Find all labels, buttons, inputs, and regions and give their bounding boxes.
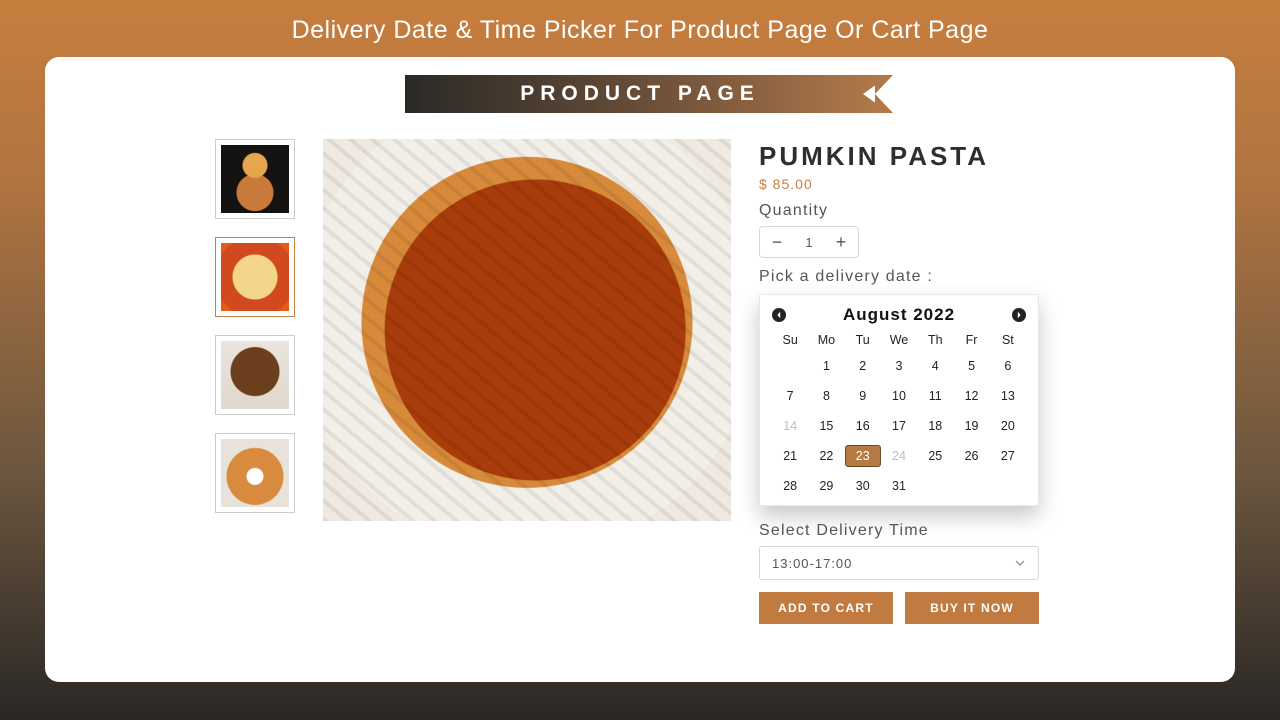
calendar-day[interactable]: 20 xyxy=(990,415,1026,437)
thumbnail[interactable] xyxy=(215,433,295,513)
calendar-day[interactable]: 30 xyxy=(845,475,881,497)
thumbnail[interactable] xyxy=(215,237,295,317)
calendar-day[interactable]: 10 xyxy=(881,385,917,407)
thumb-image xyxy=(221,243,289,311)
qty-increase-button[interactable]: + xyxy=(824,232,858,253)
calendar-day[interactable]: 11 xyxy=(917,385,953,407)
calendar-day: 14 xyxy=(772,415,808,437)
qty-value: 1 xyxy=(794,235,824,250)
quantity-label: Quantity xyxy=(759,202,1195,220)
qty-decrease-button[interactable]: − xyxy=(760,232,794,253)
section-ribbon: PRODUCT PAGE xyxy=(405,75,875,113)
calendar-day[interactable]: 22 xyxy=(808,445,844,467)
calendar-dow: Mo xyxy=(808,333,844,347)
calendar-day[interactable]: 25 xyxy=(917,445,953,467)
calendar-day[interactable]: 27 xyxy=(990,445,1026,467)
quantity-stepper: − 1 + xyxy=(759,226,859,258)
calendar-day[interactable]: 17 xyxy=(881,415,917,437)
calendar-day[interactable]: 18 xyxy=(917,415,953,437)
chevron-right-icon xyxy=(1015,311,1023,319)
thumb-image xyxy=(221,341,289,409)
buy-it-now-button[interactable]: BUY IT NOW xyxy=(905,592,1039,624)
add-to-cart-button[interactable]: ADD TO CART xyxy=(759,592,893,624)
calendar-dow: St xyxy=(990,333,1026,347)
product-card: PRODUCT PAGE PUMKIN PASTA $ 85.00 Quanti… xyxy=(45,57,1235,682)
calendar-dow: Su xyxy=(772,333,808,347)
calendar-day[interactable]: 19 xyxy=(953,415,989,437)
calendar-day[interactable]: 26 xyxy=(953,445,989,467)
calendar-day[interactable]: 5 xyxy=(953,355,989,377)
delivery-date-label: Pick a delivery date : xyxy=(759,268,1195,286)
calendar-day[interactable]: 12 xyxy=(953,385,989,407)
thumb-image xyxy=(221,145,289,213)
calendar-day[interactable]: 31 xyxy=(881,475,917,497)
calendar-dow: Tu xyxy=(845,333,881,347)
calendar-dow: Fr xyxy=(953,333,989,347)
calendar-day[interactable]: 9 xyxy=(845,385,881,407)
calendar-day[interactable]: 3 xyxy=(881,355,917,377)
calendar: August 2022 SuMoTuWeThFrSt12345678910111… xyxy=(759,294,1039,506)
calendar-next-button[interactable] xyxy=(1012,308,1026,322)
calendar-day[interactable]: 2 xyxy=(845,355,881,377)
calendar-day[interactable]: 1 xyxy=(808,355,844,377)
product-title: PUMKIN PASTA xyxy=(759,141,1195,172)
calendar-month-label: August 2022 xyxy=(843,305,955,325)
delivery-time-label: Select Delivery Time xyxy=(759,522,1195,540)
calendar-day[interactable]: 29 xyxy=(808,475,844,497)
calendar-day[interactable]: 7 xyxy=(772,385,808,407)
calendar-day: 24 xyxy=(881,445,917,467)
thumb-image xyxy=(221,439,289,507)
ribbon-label: PRODUCT PAGE xyxy=(520,82,760,106)
calendar-day xyxy=(990,475,1026,497)
calendar-day xyxy=(772,355,808,377)
calendar-day xyxy=(917,475,953,497)
product-main-image xyxy=(323,139,731,521)
thumbnail[interactable] xyxy=(215,335,295,415)
chevron-down-icon xyxy=(1014,557,1026,569)
calendar-day[interactable]: 15 xyxy=(808,415,844,437)
thumbnail-list xyxy=(85,139,295,624)
calendar-dow: Th xyxy=(917,333,953,347)
thumbnail[interactable] xyxy=(215,139,295,219)
calendar-day[interactable]: 4 xyxy=(917,355,953,377)
product-price: $ 85.00 xyxy=(759,176,1195,192)
calendar-dow: We xyxy=(881,333,917,347)
calendar-day[interactable]: 16 xyxy=(845,415,881,437)
page-title: Delivery Date & Time Picker For Product … xyxy=(0,0,1280,57)
calendar-day[interactable]: 23 xyxy=(845,445,881,467)
calendar-day[interactable]: 21 xyxy=(772,445,808,467)
calendar-prev-button[interactable] xyxy=(772,308,786,322)
calendar-day[interactable]: 8 xyxy=(808,385,844,407)
calendar-day[interactable]: 6 xyxy=(990,355,1026,377)
chevron-left-icon xyxy=(775,311,783,319)
calendar-day[interactable]: 13 xyxy=(990,385,1026,407)
delivery-time-value: 13:00-17:00 xyxy=(772,556,852,571)
product-details: PUMKIN PASTA $ 85.00 Quantity − 1 + Pick… xyxy=(759,139,1195,624)
delivery-time-select[interactable]: 13:00-17:00 xyxy=(759,546,1039,580)
calendar-day[interactable]: 28 xyxy=(772,475,808,497)
calendar-day xyxy=(953,475,989,497)
